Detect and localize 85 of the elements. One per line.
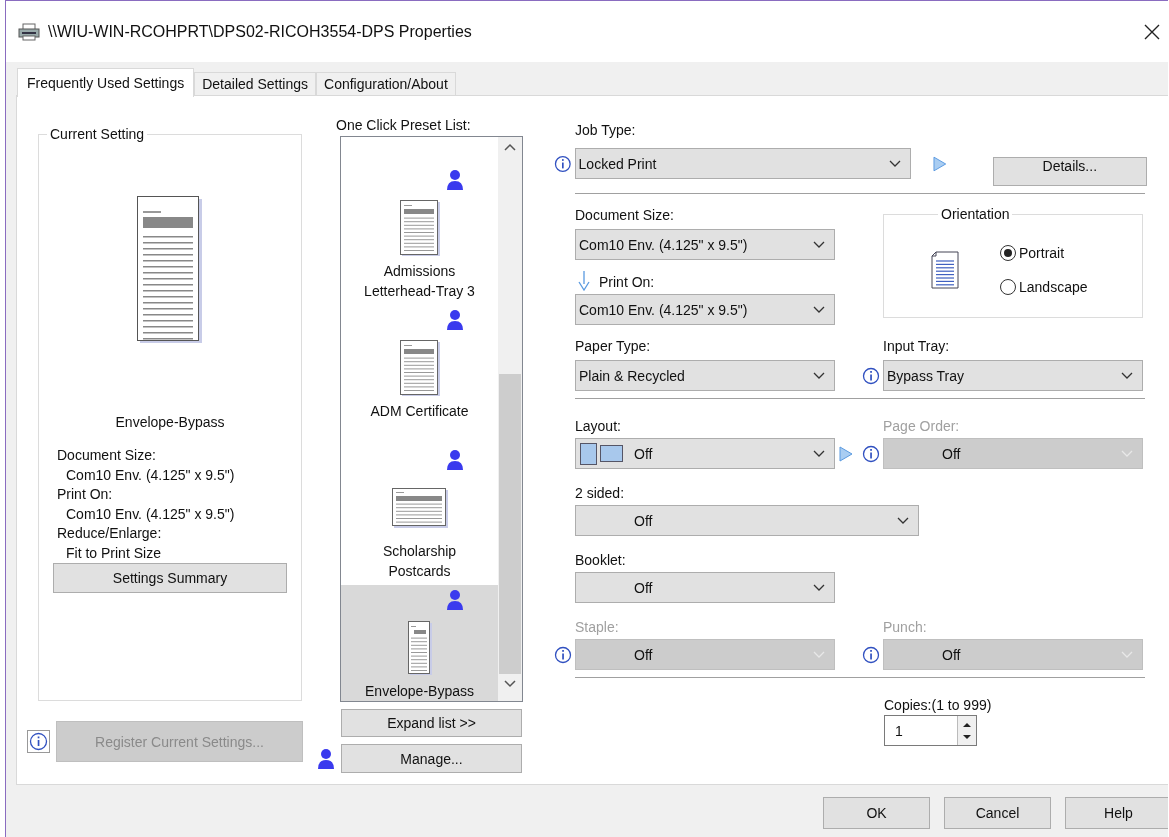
- document-size-dropdown[interactable]: Com10 Env. (4.125" x 9.5"): [575, 229, 835, 260]
- group-title: Current Setting: [49, 126, 146, 142]
- settings-summary-button[interactable]: Settings Summary: [53, 563, 287, 593]
- printer-icon: [18, 22, 40, 41]
- field-label: Punch:: [883, 618, 928, 636]
- chevron-icon: [1121, 449, 1133, 458]
- tab[interactable]: Frequently Used Settings: [17, 68, 195, 97]
- expand-list-button[interactable]: Expand list >>: [341, 709, 522, 737]
- chevron-icon: [1121, 371, 1133, 380]
- field-label: 2 sided:: [575, 484, 626, 502]
- chevron-icon: [813, 305, 825, 314]
- close-icon[interactable]: [1144, 23, 1160, 40]
- copies-spinbox[interactable]: 1: [884, 715, 977, 746]
- info-icon[interactable]: [27, 730, 50, 753]
- user-icon: [446, 449, 464, 471]
- layout-dropdown[interactable]: Off: [575, 438, 835, 469]
- down-arrow-icon: [578, 271, 590, 291]
- manage-button[interactable]: Manage...: [341, 744, 522, 773]
- group-title: Orientation: [940, 206, 1011, 222]
- info-icon[interactable]: [554, 154, 572, 173]
- play-icon: [932, 155, 947, 172]
- portrait-page-icon: [930, 250, 960, 289]
- detail-label: Reduce/Enlarge:: [57, 524, 163, 543]
- window-title: \\WIU-WIN-RCOHPRT\DPS02-RICOH3554-DPS Properties: [48, 22, 473, 41]
- document-icon: [407, 621, 432, 675]
- chevron-icon: [1121, 650, 1133, 659]
- scrollbar[interactable]: [498, 137, 522, 701]
- detail-value: Fit to Print Size: [65, 543, 162, 563]
- scroll-down-icon[interactable]: [504, 680, 516, 688]
- field-label: Input Tray:: [883, 337, 951, 355]
- user-icon: [446, 589, 464, 611]
- chevron-icon: [813, 650, 825, 659]
- preset-name: Envelope-Bypass: [115, 414, 225, 430]
- input-tray-dropdown[interactable]: Bypass Tray: [883, 360, 1143, 391]
- preset-item[interactable]: Scholarship Postcards: [341, 445, 498, 585]
- job-type-dropdown[interactable]: Locked Print: [574, 148, 911, 179]
- preset-item[interactable]: Envelope-Bypass: [341, 585, 498, 701]
- info-icon[interactable]: [554, 646, 572, 664]
- orientation-radio[interactable]: Landscape: [1000, 278, 1088, 295]
- field-label: Job Type:: [575, 121, 637, 139]
- copies-label: Copies:(1 to 999): [884, 696, 993, 714]
- dialog-button[interactable]: OK: [823, 797, 930, 829]
- play-icon: [839, 446, 853, 462]
- preset-item[interactable]: ADM Certificate: [341, 305, 498, 445]
- orientation-radio[interactable]: Portrait: [1000, 244, 1088, 261]
- chevron-icon: [813, 240, 825, 249]
- two-sided-dropdown[interactable]: Off: [575, 505, 919, 536]
- detail-label: Document Size:: [57, 446, 157, 465]
- chevron-icon: [813, 371, 825, 380]
- chevron-icon: [813, 449, 825, 458]
- field-label: Staple:: [575, 618, 620, 636]
- field-label: Page Order:: [883, 417, 961, 435]
- preset-list-label: One Click Preset List:: [336, 116, 472, 134]
- paper-type-dropdown[interactable]: Plain & Recycled: [575, 360, 835, 391]
- details-button[interactable]: Details...: [992, 157, 1147, 186]
- tab[interactable]: Configuration/About: [316, 72, 456, 95]
- chevron-icon: [897, 516, 909, 525]
- document-icon: [399, 340, 440, 396]
- detail-value: Com10 Env. (4.125" x 9.5"): [65, 504, 235, 524]
- field-label: Document Size:: [575, 206, 675, 224]
- field-label: Booklet:: [575, 551, 627, 569]
- scroll-up-icon[interactable]: [504, 143, 516, 151]
- info-icon[interactable]: [862, 646, 880, 664]
- detail-label: Print On:: [57, 485, 114, 504]
- document-icon: [391, 488, 448, 528]
- chevron-icon: [813, 583, 825, 592]
- chevron-icon: [888, 159, 901, 168]
- document-icon: [399, 200, 440, 256]
- info-icon[interactable]: [862, 445, 880, 463]
- user-icon: [317, 747, 335, 770]
- layout-icon: [579, 441, 625, 466]
- print-on-dropdown[interactable]: Com10 Env. (4.125" x 9.5"): [575, 294, 835, 325]
- dialog-button[interactable]: Cancel: [944, 797, 1051, 829]
- user-icon: [446, 309, 464, 331]
- preset-item[interactable]: Admissions Letterhead-Tray 3: [341, 165, 498, 305]
- document-icon: [137, 196, 203, 344]
- tab[interactable]: Detailed Settings: [194, 72, 317, 95]
- field-label: Layout:: [575, 417, 622, 435]
- detail-value: Com10 Env. (4.125" x 9.5"): [65, 465, 235, 485]
- dialog-button[interactable]: Help: [1065, 797, 1168, 829]
- info-icon[interactable]: [862, 367, 880, 385]
- field-label: Print On:: [599, 273, 655, 291]
- booklet-dropdown[interactable]: Off: [575, 572, 835, 603]
- user-icon: [446, 169, 464, 191]
- field-label: Paper Type:: [575, 337, 652, 355]
